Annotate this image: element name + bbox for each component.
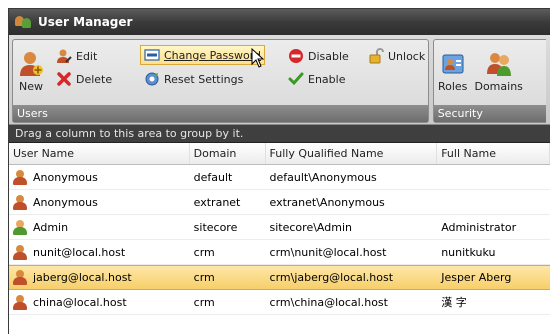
unlock-icon [368,48,384,64]
user-name-text: nunit@local.host [33,245,126,259]
ribbon-group-security: Roles Domains Security [432,39,546,123]
roles-icon [440,50,466,78]
password-field-icon [144,47,160,63]
cell-fully-qualified-name: crm\jaberg@local.host [269,271,394,284]
table-row[interactable]: Anonymous extranet extranet\Anonymous [9,190,550,215]
edit-user-icon [56,48,72,64]
column-header-user-name[interactable]: User Name [9,143,190,164]
edit-button[interactable]: Edit [53,46,100,66]
cell-fully-qualified-name: sitecore\Admin [269,220,352,234]
cell-domain: sitecore [193,220,238,234]
user-name-text: china@local.host [33,295,127,309]
cell-fully-qualified-name: crm\china@local.host [269,295,388,309]
cell-domain: crm [193,271,215,284]
new-user-button[interactable]: New [16,44,46,93]
column-header-fully-qualified-name[interactable]: Fully Qualified Name [266,143,438,164]
table-row[interactable]: Admin sitecore sitecore\Admin Administrator [9,215,550,240]
user-manager-window: User Manager New Edit Delete Change Pass… [8,8,550,334]
user-name-text: Anonymous [33,195,98,209]
domains-label: Domains [474,80,523,93]
disable-label: Disable [308,49,349,63]
table-row[interactable]: nunit@local.host crm crm\nunit@local.host n… [9,240,550,265]
change-password-label: Change Password [164,48,261,62]
cell-full-name: Jesper Aberg [441,271,512,284]
grid-header: User Name Domain Fully Qualified Name Fu… [9,143,550,165]
ribbon: New Edit Delete Change Password Reset Se… [9,35,550,125]
cell-user-name: Anonymous [9,194,190,210]
edit-label: Edit [76,49,98,63]
delete-label: Delete [76,72,113,86]
cell-user-name: jaberg@local.host [9,270,190,285]
enable-label: Enable [308,72,346,86]
column-header-domain[interactable]: Domain [190,143,266,164]
domains-button[interactable]: Domains [474,44,524,93]
title-bar: User Manager [9,9,550,35]
unlock-label: Unlock [388,49,426,63]
cell-full-name: nunitkuku [441,245,496,259]
user-name-text: jaberg@local.host [33,271,132,284]
disable-icon [288,48,304,64]
cell-full-name: 漢 字 [441,296,467,309]
table-row[interactable]: jaberg@local.host crm crm\jaberg@local.hos… [9,265,550,290]
user-icon [13,270,27,285]
user-icon [13,169,27,185]
window-title: User Manager [38,15,133,29]
user-icon [13,219,27,235]
user-icon [13,244,27,260]
disable-button[interactable]: Disable [285,46,352,66]
delete-button[interactable]: Delete [53,69,115,89]
roles-button[interactable]: Roles [437,44,469,93]
enable-button[interactable]: Enable [285,69,348,89]
cell-user-name: Admin [9,219,190,235]
change-password-button[interactable]: Change Password [140,45,265,65]
cell-domain: crm [193,295,215,309]
cell-user-name: nunit@local.host [9,244,190,260]
user-grid-body: Anonymous default default\Anonymous Anonymo… [9,165,550,315]
security-group-label: Security [433,105,546,122]
cell-fully-qualified-name: crm\nunit@local.host [269,245,387,259]
table-row[interactable]: china@local.host crm crm\china@local.host 漢… [9,290,550,315]
cell-user-name: china@local.host [9,294,190,310]
users-app-icon [15,14,33,30]
cell-domain: default [193,170,233,184]
delete-x-icon [56,71,72,87]
checkmark-icon [288,71,304,87]
users-group-label: Users [13,105,428,122]
cell-full-name: Administrator [441,220,517,234]
reset-settings-button[interactable]: Reset Settings [141,69,246,89]
ribbon-group-users: New Edit Delete Change Password Reset Se… [12,39,429,123]
cell-domain: extranet [193,195,241,209]
cell-user-name: Anonymous [9,169,190,185]
user-name-text: Anonymous [33,170,98,184]
domains-icon [486,50,512,78]
new-user-icon [18,50,44,78]
cell-domain: crm [193,245,215,259]
table-row[interactable]: Anonymous default default\Anonymous [9,165,550,190]
user-icon [13,294,27,310]
mouse-pointer-icon [251,48,265,68]
user-name-text: Admin [33,220,69,234]
cell-fully-qualified-name: default\Anonymous [269,170,377,184]
reset-settings-icon [144,71,160,87]
new-user-label: New [19,80,43,93]
unlock-button[interactable]: Unlock [365,46,428,66]
cell-fully-qualified-name: extranet\Anonymous [269,195,385,209]
roles-label: Roles [437,80,468,93]
column-header-full-name[interactable]: Full Name [437,143,550,164]
user-icon [13,194,27,210]
reset-settings-label: Reset Settings [164,72,244,86]
group-by-panel[interactable]: Drag a column to this area to group by i… [9,125,550,143]
